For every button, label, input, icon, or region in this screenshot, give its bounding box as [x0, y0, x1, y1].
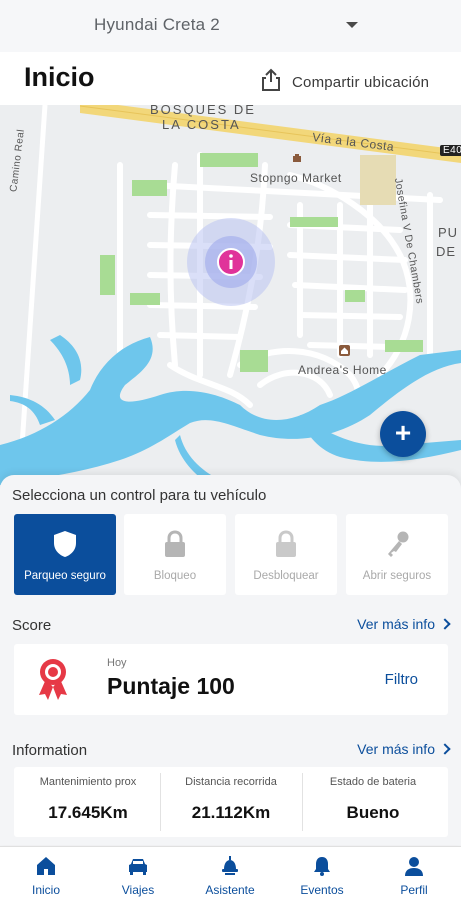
- share-icon: [262, 68, 280, 91]
- score-more-label: Ver más info: [357, 616, 435, 632]
- info-battery: Estado de bateria Bueno: [303, 767, 443, 837]
- information-card: Mantenimiento prox 17.645Km Distancia re…: [14, 767, 448, 837]
- control-label: Bloqueo: [153, 570, 197, 582]
- vehicle-selector[interactable]: Hyundai Creta 2: [94, 13, 364, 39]
- controls-title: Selecciona un control para tu vehículo: [12, 487, 267, 504]
- information-more-label: Ver más info: [357, 741, 435, 757]
- map-label-market: Stopngo Market: [250, 171, 342, 185]
- add-button[interactable]: +: [380, 411, 426, 457]
- map-label-de: DE: [436, 244, 457, 259]
- lock-icon: [165, 530, 185, 557]
- info-label: Estado de bateria: [329, 776, 417, 788]
- control-label: Desbloquear: [253, 570, 319, 582]
- shield-icon: [54, 531, 76, 557]
- info-label: Mantenimiento prox: [39, 776, 137, 788]
- ribbon-award-icon: [39, 659, 67, 700]
- assistant-icon: [222, 856, 238, 875]
- bottom-tab-bar: Inicio Viajes Asistente Eventos Perfil: [0, 846, 461, 900]
- map-label-bosques: BOSQUES DE: [150, 105, 256, 117]
- map-label-andreas-home: Andrea's Home: [298, 363, 387, 377]
- unlock-icon: [276, 530, 296, 557]
- bell-icon: [314, 857, 330, 876]
- car-icon: [129, 859, 147, 875]
- control-abrir-seguros[interactable]: Abrir seguros: [346, 514, 448, 595]
- chevron-down-icon: [346, 22, 358, 28]
- map-view[interactable]: BOSQUES DE LA COSTA Vía a la Costa E40 C…: [0, 105, 461, 505]
- info-label: Distancia recorrida: [185, 776, 277, 788]
- information-title: Information: [12, 742, 88, 759]
- control-desbloquear[interactable]: Desbloquear: [235, 514, 337, 595]
- share-location-label: Compartir ubicación: [292, 74, 430, 91]
- tab-label: Asistente: [205, 883, 255, 897]
- info-value: 21.112Km: [191, 803, 271, 822]
- vehicle-marker-icon[interactable]: [216, 247, 246, 277]
- tab-inicio[interactable]: Inicio: [0, 847, 92, 900]
- control-bloqueo[interactable]: Bloqueo: [124, 514, 226, 595]
- tab-perfil[interactable]: Perfil: [368, 847, 460, 900]
- bottom-sheet: Selecciona un control para tu vehículo P…: [0, 475, 461, 845]
- tab-asistente[interactable]: Asistente: [184, 847, 276, 900]
- share-location-button[interactable]: Compartir ubicación: [260, 68, 450, 96]
- score-title: Score: [12, 617, 52, 634]
- tab-eventos[interactable]: Eventos: [276, 847, 368, 900]
- tab-label: Eventos: [300, 883, 344, 897]
- information-more-link[interactable]: Ver más info: [357, 741, 451, 757]
- filter-button[interactable]: Filtro: [385, 671, 418, 688]
- chevron-right-icon: [439, 743, 451, 755]
- top-bar: Hyundai Creta 2: [0, 0, 461, 52]
- score-value: Puntaje 100: [107, 673, 235, 699]
- control-parqueo-seguro[interactable]: Parqueo seguro: [14, 514, 116, 595]
- info-maintenance: Mantenimiento prox 17.645Km: [18, 767, 158, 837]
- tab-label: Viajes: [121, 883, 155, 897]
- tab-label: Inicio: [31, 883, 60, 897]
- market-icon: [293, 154, 301, 162]
- key-icon: [388, 531, 409, 557]
- score-date-label: Hoy: [107, 657, 127, 669]
- map-label-pu: PU: [438, 225, 459, 240]
- info-distance: Distancia recorrida 21.112Km: [161, 767, 301, 837]
- control-label: Abrir seguros: [362, 570, 432, 582]
- page-title: Inicio: [24, 62, 95, 92]
- map-label-la-costa: LA COSTA: [162, 117, 241, 132]
- chevron-right-icon: [439, 618, 451, 630]
- score-card[interactable]: Hoy Puntaje 100 Filtro: [14, 644, 448, 715]
- header: Inicio Compartir ubicación: [0, 52, 461, 106]
- info-value: Bueno: [346, 803, 400, 822]
- info-value: 17.645Km: [48, 803, 128, 822]
- home-marker-icon: [339, 345, 350, 356]
- vehicle-name: Hyundai Creta 2: [94, 15, 220, 34]
- tab-viajes[interactable]: Viajes: [92, 847, 184, 900]
- map-road-badge: E40: [440, 145, 461, 156]
- score-more-link[interactable]: Ver más info: [357, 616, 451, 632]
- user-icon: [405, 857, 423, 876]
- home-icon: [37, 857, 55, 875]
- control-label: Parqueo seguro: [24, 570, 106, 582]
- tab-label: Perfil: [400, 883, 428, 897]
